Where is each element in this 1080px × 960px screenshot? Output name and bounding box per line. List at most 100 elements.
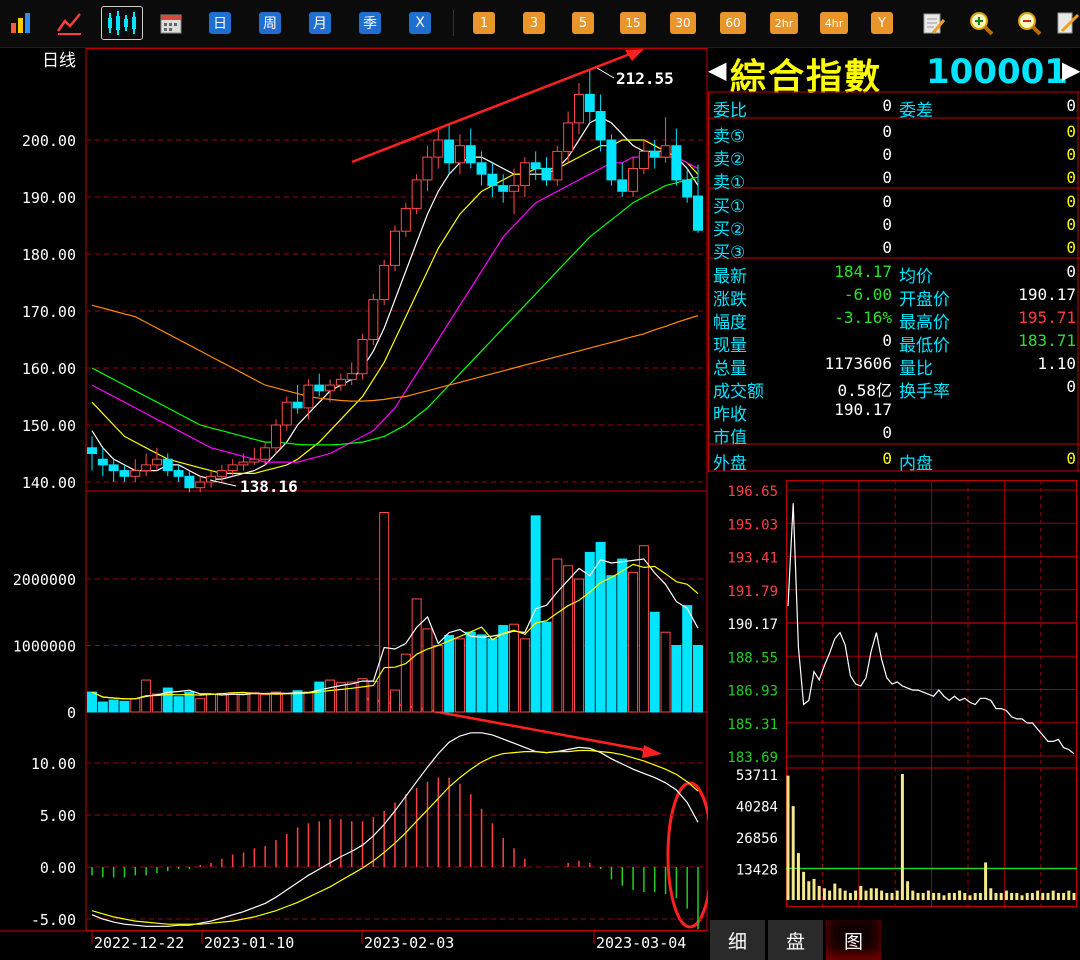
intraday-price-tick: 193.41 <box>727 551 778 567</box>
candle-body <box>195 481 206 489</box>
candle-body <box>390 230 400 266</box>
tab-chart[interactable]: 图 <box>826 920 882 960</box>
quote-value: 184.17 <box>834 262 892 281</box>
bar-chart-icon[interactable] <box>6 8 36 38</box>
quote-value: 0 <box>882 449 892 468</box>
period-day-button[interactable]: 日 <box>209 12 231 34</box>
candle-body <box>249 458 260 463</box>
quote-row: 买② 0 0 <box>708 214 1080 240</box>
zoom-in-icon[interactable] <box>966 8 996 38</box>
intraday-price-tick: 190.17 <box>727 617 778 633</box>
volume-bar <box>422 628 433 713</box>
candles <box>87 68 703 493</box>
intraday-price-tick: 195.03 <box>727 517 778 533</box>
quote-value: 190.17 <box>834 400 892 419</box>
intraday-chart[interactable]: 196.65 195.03 193.41 191.79 190.17 188.55 186.… <box>708 480 1080 920</box>
macd-tick-label: 0.00 <box>40 859 76 877</box>
macd-histogram <box>91 777 699 930</box>
volume-bar <box>498 625 509 713</box>
period-label: 日线 <box>42 51 76 71</box>
intraday-volume-tick: 26856 <box>736 831 778 847</box>
candle-body <box>433 139 444 158</box>
candle-body <box>444 139 455 164</box>
period-month-button[interactable]: 月 <box>309 12 331 34</box>
quote-label: 买③ <box>713 243 746 263</box>
minute-15-button[interactable]: 15 <box>620 12 646 34</box>
pencil-icon[interactable] <box>1056 8 1080 38</box>
quote-value: 0 <box>1066 238 1076 257</box>
volume-bar <box>216 692 227 713</box>
volume-bar <box>390 689 400 713</box>
volume-bar <box>314 681 325 713</box>
minute-60-button[interactable]: 60 <box>720 12 746 34</box>
candle-body <box>552 150 563 181</box>
period-quarter-button[interactable]: 季 <box>359 12 381 34</box>
minute-5-button[interactable]: 5 <box>572 12 594 34</box>
quote-value: 0 <box>1066 215 1076 234</box>
intraday-price-polyline <box>787 503 1075 755</box>
calendar-icon[interactable] <box>156 8 186 38</box>
candle-body <box>108 464 119 472</box>
volume-bar <box>97 701 108 713</box>
quote-value: 0 <box>882 238 892 257</box>
volume-bar <box>476 634 487 713</box>
candle-body <box>606 139 617 181</box>
kline-chart[interactable]: 日线 200.00 190.00 180.00 170.00 160.00 150.00 1… <box>0 48 708 960</box>
quote-value: 0 <box>1066 96 1076 115</box>
line-chart-icon[interactable] <box>54 8 84 38</box>
quote-value: 0 <box>1066 377 1076 396</box>
volume-bar <box>281 692 292 713</box>
date-label: 2023-02-03 <box>364 934 454 952</box>
price-axis: 200.00 190.00 180.00 170.00 160.00 150.00 140.… <box>22 132 76 492</box>
period-week-button[interactable]: 周 <box>259 12 281 34</box>
period-x-button[interactable]: X <box>409 12 431 34</box>
volume-bar <box>270 691 281 713</box>
quote-value: 183.71 <box>1018 331 1076 350</box>
zoom-out-icon[interactable] <box>1014 8 1044 38</box>
volume-bar <box>530 515 541 713</box>
candlestick-icon[interactable] <box>101 6 143 40</box>
candle-body <box>519 162 530 187</box>
intraday-price-tick: 186.93 <box>727 684 778 700</box>
quote-value: 0 <box>882 96 892 115</box>
hour-2-button[interactable]: 2hr <box>770 12 798 34</box>
candle-body <box>335 378 346 386</box>
quote-value: 0 <box>882 192 892 211</box>
minute-1-button[interactable]: 1 <box>473 12 495 34</box>
quote-row: 涨跌 -6.00 开盘价 190.17 <box>708 284 1080 310</box>
candle-body <box>693 195 703 231</box>
minute-3-button[interactable]: 3 <box>523 12 545 34</box>
tab-detail[interactable]: 细 <box>710 920 766 960</box>
minute-30-button[interactable]: 30 <box>670 12 696 34</box>
candle-body <box>270 424 281 449</box>
candle-body <box>173 470 184 477</box>
volume-bars <box>87 512 703 713</box>
tab-orderbook[interactable]: 盘 <box>768 920 824 960</box>
volume-bar <box>238 693 249 713</box>
candle-body <box>509 185 520 192</box>
volume-bar <box>108 699 119 713</box>
quote-value: 0 <box>882 423 892 442</box>
volume-bar <box>357 678 368 713</box>
volume-bar <box>649 611 660 713</box>
candle-body <box>617 179 628 192</box>
quote-value: 0 <box>1066 262 1076 281</box>
candle-body <box>162 458 173 472</box>
quote-label: 卖① <box>713 173 746 193</box>
volume-bar <box>206 693 217 713</box>
quote-row: 市值 0 <box>708 422 1080 448</box>
volume-bar <box>325 679 336 713</box>
candle-body <box>649 150 660 158</box>
volume-bar <box>173 696 184 713</box>
candle-body <box>563 122 574 152</box>
price-tick-label: 170.00 <box>22 303 76 321</box>
candle-body <box>314 384 325 392</box>
hour-4-button[interactable]: 4hr <box>820 12 848 34</box>
ma-line-ma60 <box>91 304 699 402</box>
candle-body <box>292 401 303 409</box>
edit-sheet-icon[interactable] <box>918 8 948 38</box>
macd-tick-label: 5.00 <box>40 807 76 825</box>
year-button[interactable]: Y <box>871 12 893 34</box>
price-tick-label: 180.00 <box>22 246 76 264</box>
candle-body <box>628 168 639 192</box>
